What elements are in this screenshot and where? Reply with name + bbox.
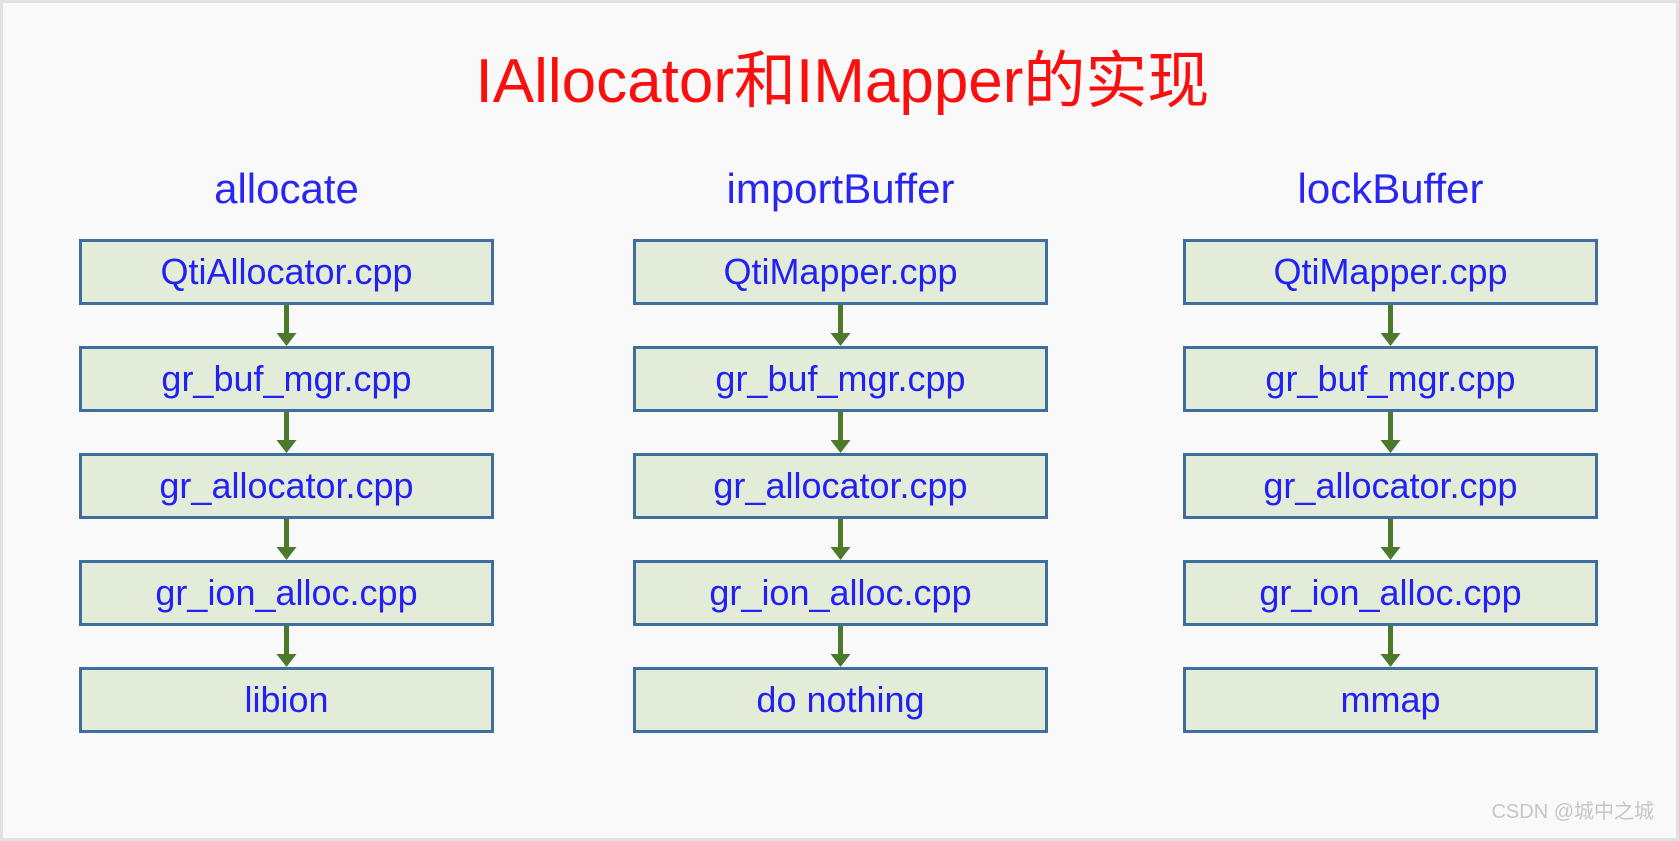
flow-column-lockbuffer: lockBuffer QtiMapper.cpp gr_buf_mgr.cpp … <box>1183 168 1598 733</box>
flow-arrow-down-icon <box>633 626 1048 667</box>
flow-arrow-down-icon <box>79 626 494 667</box>
flow-arrow-down-icon <box>79 519 494 560</box>
flow-arrow-down-icon <box>633 519 1048 560</box>
flow-node[interactable]: gr_buf_mgr.cpp <box>633 346 1048 412</box>
flow-node[interactable]: do nothing <box>633 667 1048 733</box>
flow-column-importbuffer: importBuffer QtiMapper.cpp gr_buf_mgr.cp… <box>633 168 1048 733</box>
flow-node[interactable]: gr_ion_alloc.cpp <box>633 560 1048 626</box>
flow-arrow-down-icon <box>1183 305 1598 346</box>
flow-node[interactable]: gr_buf_mgr.cpp <box>79 346 494 412</box>
csdn-watermark: CSDN @城中之城 <box>1491 801 1654 823</box>
flow-arrow-down-icon <box>633 305 1048 346</box>
flow-list-importbuffer: QtiMapper.cpp gr_buf_mgr.cpp gr_allocato… <box>633 239 1048 733</box>
flow-arrow-down-icon <box>1183 626 1598 667</box>
column-header-lockbuffer: lockBuffer <box>1297 165 1484 212</box>
flow-arrow-down-icon <box>1183 412 1598 453</box>
flow-node[interactable]: gr_allocator.cpp <box>1183 453 1598 519</box>
flow-list-allocate: QtiAllocator.cpp gr_buf_mgr.cpp gr_alloc… <box>79 239 494 733</box>
flow-node[interactable]: QtiAllocator.cpp <box>79 239 494 305</box>
page-title: IAllocator和IMapper的实现 <box>475 47 1210 116</box>
flow-node[interactable]: mmap <box>1183 667 1598 733</box>
flow-node[interactable]: gr_ion_alloc.cpp <box>79 560 494 626</box>
diagram-canvas: IAllocator和IMapper的实现 allocate QtiAlloca… <box>0 0 1679 841</box>
flow-node[interactable]: QtiMapper.cpp <box>1183 239 1598 305</box>
column-header-importbuffer: importBuffer <box>726 165 955 212</box>
flow-arrow-down-icon <box>1183 519 1598 560</box>
flow-arrow-down-icon <box>79 412 494 453</box>
flow-list-lockbuffer: QtiMapper.cpp gr_buf_mgr.cpp gr_allocato… <box>1183 239 1598 733</box>
flow-node[interactable]: gr_allocator.cpp <box>79 453 494 519</box>
flow-node[interactable]: gr_buf_mgr.cpp <box>1183 346 1598 412</box>
flow-node[interactable]: gr_ion_alloc.cpp <box>1183 560 1598 626</box>
flow-arrow-down-icon <box>79 305 494 346</box>
flow-node[interactable]: gr_allocator.cpp <box>633 453 1048 519</box>
flow-arrow-down-icon <box>633 412 1048 453</box>
flow-node[interactable]: QtiMapper.cpp <box>633 239 1048 305</box>
flow-column-allocate: allocate QtiAllocator.cpp gr_buf_mgr.cpp… <box>79 168 494 733</box>
column-header-allocate: allocate <box>214 165 359 212</box>
flow-node[interactable]: libion <box>79 667 494 733</box>
